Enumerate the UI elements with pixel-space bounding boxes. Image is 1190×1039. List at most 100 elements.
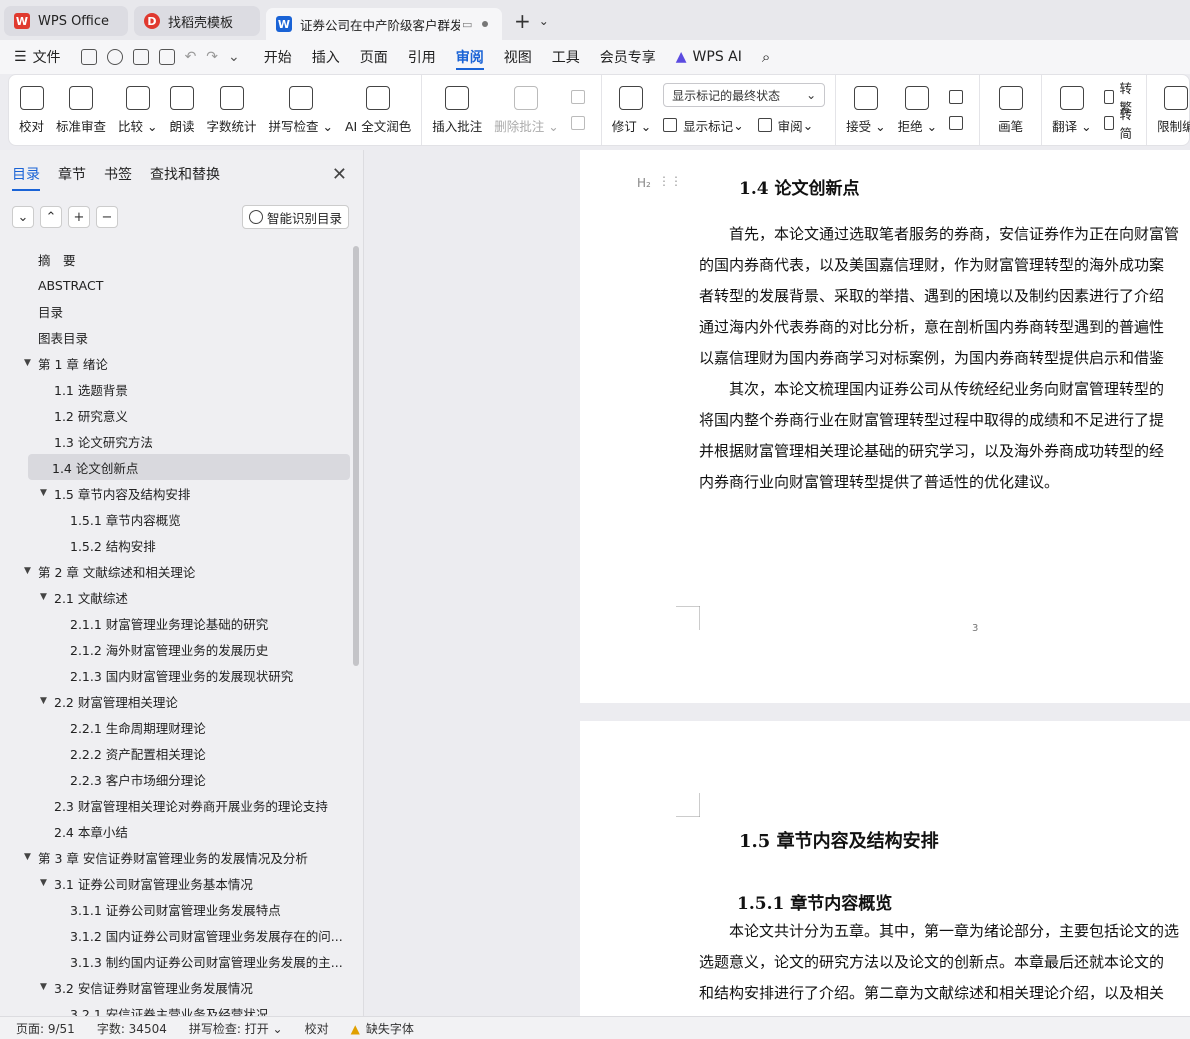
- toc-item[interactable]: ▼ 第 2 章 文献综述和相关理论: [0, 558, 352, 584]
- expand-arrow-icon[interactable]: ▼: [40, 488, 47, 498]
- read-aloud-button[interactable]: 朗读: [164, 75, 201, 145]
- expand-arrow-icon[interactable]: ▼: [24, 566, 31, 576]
- expand-arrow-icon[interactable]: ▼: [40, 696, 47, 706]
- show-markup-button[interactable]: 显示标记 ⌄: [663, 116, 744, 135]
- pen-button[interactable]: 画笔: [984, 75, 1037, 145]
- toc-item[interactable]: ▼ 第 1 章 绪论: [0, 350, 352, 376]
- toc-item[interactable]: 3.1.3 制约国内证券公司财富管理业务发展的主...: [0, 948, 352, 974]
- nav-tab-find-replace[interactable]: 查找和替换: [150, 164, 220, 188]
- tab-document[interactable]: W 证券公司在中产阶级客户群发 ▭: [266, 8, 502, 40]
- spell-check-button[interactable]: 拼写检查 ⌄: [263, 75, 339, 145]
- nav-scrollbar[interactable]: [353, 246, 359, 666]
- review-pane-button[interactable]: 审阅 ⌄: [757, 116, 813, 135]
- toc-item[interactable]: ▼ 1.5 章节内容及结构安排: [0, 480, 352, 506]
- nav-tab-bookmarks[interactable]: 书签: [104, 164, 132, 188]
- toc-item[interactable]: 1.1 选题背景: [0, 376, 352, 402]
- expand-arrow-icon[interactable]: ▼: [24, 852, 31, 862]
- smart-toc-button[interactable]: 智能识别目录: [241, 205, 349, 229]
- close-icon[interactable]: ✕: [332, 164, 347, 185]
- add-heading-icon[interactable]: +: [68, 206, 90, 228]
- restrict-editing-button[interactable]: 限制编: [1151, 75, 1190, 145]
- toc-item[interactable]: ▼ 3.2 安信证券财富管理业务发展情况: [0, 974, 352, 1000]
- page-indicator[interactable]: 页面: 9/51: [16, 1020, 75, 1037]
- tab-wps-office[interactable]: W WPS Office: [4, 6, 128, 36]
- print-preview-icon[interactable]: [158, 49, 175, 65]
- markup-state-dropdown[interactable]: 显示标记的最终状态 ⌄: [663, 83, 826, 107]
- toc-item[interactable]: 图表目录: [0, 324, 352, 350]
- proofread-status[interactable]: 校对: [305, 1020, 329, 1037]
- toc-item[interactable]: 2.2.3 客户市场细分理论: [0, 766, 352, 792]
- menu-wps-ai[interactable]: ▲ WPS AI: [676, 40, 742, 74]
- nav-tab-toc[interactable]: 目录: [12, 164, 40, 191]
- standard-review-button[interactable]: 标准审查: [50, 75, 112, 145]
- insert-comment-button[interactable]: 插入批注: [426, 75, 488, 145]
- file-menu[interactable]: ☰ 文件: [14, 40, 61, 74]
- translate-button[interactable]: 翻译 ⌄: [1046, 75, 1097, 145]
- chevron-down-icon[interactable]: ⌄: [539, 14, 549, 28]
- proofread-button[interactable]: 校对: [13, 75, 50, 145]
- spell-check-status[interactable]: 拼写检查: 打开 ⌄: [189, 1020, 283, 1037]
- toc-item[interactable]: 1.4 论文创新点: [28, 454, 350, 480]
- drag-handle-icon[interactable]: ⋮⋮: [658, 174, 682, 188]
- to-simplified-button[interactable]: 转简: [1103, 107, 1137, 141]
- toc-item[interactable]: ▼ 2.2 财富管理相关理论: [0, 688, 352, 714]
- toc-item[interactable]: 3.1.2 国内证券公司财富管理业务发展存在的问...: [0, 922, 352, 948]
- toc-item[interactable]: 1.5.1 章节内容概览: [0, 506, 352, 532]
- expand-icon[interactable]: ⌃: [40, 206, 62, 228]
- delete-comment-button[interactable]: 删除批注 ⌄: [488, 75, 564, 145]
- undo-icon[interactable]: ↶: [185, 49, 197, 65]
- next-comment-button[interactable]: [570, 110, 591, 136]
- toc-item[interactable]: 目录: [0, 298, 352, 324]
- toc-item[interactable]: 1.3 论文研究方法: [0, 428, 352, 454]
- toc-item[interactable]: 2.3 财富管理相关理论对券商开展业务的理论支持: [0, 792, 352, 818]
- toc-item[interactable]: ▼ 3.1 证券公司财富管理业务基本情况: [0, 870, 352, 896]
- menu-page[interactable]: 页面: [360, 40, 388, 74]
- save-icon[interactable]: [80, 49, 97, 65]
- redo-icon[interactable]: ↷: [206, 49, 218, 65]
- toc-item[interactable]: ▼ 第 3 章 安信证券财富管理业务的发展情况及分析: [0, 844, 352, 870]
- toc-item[interactable]: ABSTRACT: [0, 272, 352, 298]
- prev-comment-button[interactable]: [570, 84, 591, 110]
- compare-button[interactable]: 比较 ⌄: [112, 75, 163, 145]
- reject-button[interactable]: 拒绝 ⌄: [892, 75, 943, 145]
- toc-item[interactable]: 2.2.1 生命周期理财理论: [0, 714, 352, 740]
- toc-item[interactable]: 2.2.2 资产配置相关理论: [0, 740, 352, 766]
- remove-heading-icon[interactable]: −: [96, 206, 118, 228]
- menu-review[interactable]: 审阅: [455, 40, 484, 74]
- toc-item[interactable]: 1.2 研究意义: [0, 402, 352, 428]
- expand-arrow-icon[interactable]: ▼: [24, 358, 31, 368]
- accept-button[interactable]: 接受 ⌄: [840, 75, 891, 145]
- toc-item[interactable]: 2.1.2 海外财富管理业务的发展历史: [0, 636, 352, 662]
- toc-item[interactable]: 2.4 本章小结: [0, 818, 352, 844]
- next-change-button[interactable]: [949, 110, 969, 136]
- toc-item[interactable]: 摘 要: [0, 246, 352, 272]
- chevron-down-icon[interactable]: ⌄: [228, 49, 240, 65]
- expand-arrow-icon[interactable]: ▼: [40, 592, 47, 602]
- toc-item[interactable]: 1.5.2 结构安排: [0, 532, 352, 558]
- menu-tools[interactable]: 工具: [552, 40, 580, 74]
- word-count-button[interactable]: 字数统计: [201, 75, 263, 145]
- ai-polish-button[interactable]: AI 全文润色: [339, 75, 417, 145]
- menu-insert[interactable]: 插入: [312, 40, 340, 74]
- tab-template[interactable]: D 找稻壳模板: [134, 6, 260, 36]
- toc-item[interactable]: ▼ 2.1 文献综述: [0, 584, 352, 610]
- track-changes-button[interactable]: 修订 ⌄: [606, 75, 657, 145]
- toc-item[interactable]: 2.1.3 国内财富管理业务的发展现状研究: [0, 662, 352, 688]
- expand-arrow-icon[interactable]: ▼: [40, 878, 47, 888]
- search-button[interactable]: ⌕: [762, 40, 770, 74]
- share-icon[interactable]: [106, 49, 123, 65]
- nav-tab-sections[interactable]: 章节: [58, 164, 86, 188]
- missing-font-status[interactable]: ▲ 缺失字体: [351, 1020, 414, 1037]
- prev-change-button[interactable]: [949, 84, 969, 110]
- menu-view[interactable]: 视图: [504, 40, 532, 74]
- menu-reference[interactable]: 引用: [408, 40, 436, 74]
- toc-item[interactable]: 2.1.1 财富管理业务理论基础的研究: [0, 610, 352, 636]
- menu-home[interactable]: 开始: [264, 40, 292, 74]
- expand-arrow-icon[interactable]: ▼: [40, 982, 47, 992]
- word-count[interactable]: 字数: 34504: [97, 1020, 167, 1037]
- toc-item[interactable]: 3.1.1 证券公司财富管理业务发展特点: [0, 896, 352, 922]
- new-tab-icon[interactable]: +: [514, 9, 531, 33]
- collapse-icon[interactable]: ⌄: [12, 206, 34, 228]
- menu-member[interactable]: 会员专享: [600, 40, 656, 74]
- print-icon[interactable]: [132, 49, 149, 65]
